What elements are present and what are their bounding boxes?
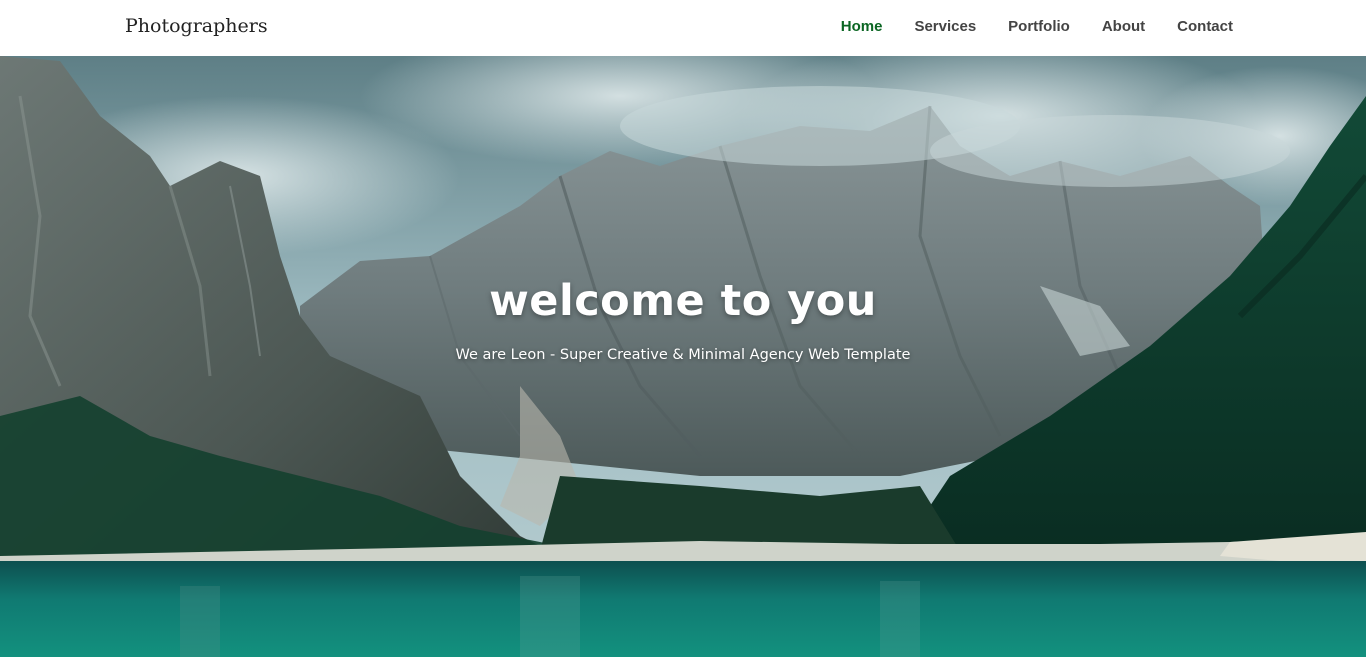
nav-item-portfolio[interactable]: Portfolio: [1008, 18, 1070, 35]
brand-logo[interactable]: Photographers: [125, 15, 268, 37]
hero-content: welcome to you We are Leon - Super Creat…: [0, 56, 1366, 657]
hero-subtitle: We are Leon - Super Creative & Minimal A…: [455, 347, 911, 363]
hero-title: welcome to you: [489, 276, 877, 326]
nav-item-services[interactable]: Services: [914, 18, 976, 35]
nav-item-about[interactable]: About: [1102, 18, 1145, 35]
nav-item-contact[interactable]: Contact: [1177, 18, 1233, 35]
main-nav: Home Services Portfolio About Contact: [841, 18, 1233, 35]
hero-section: welcome to you We are Leon - Super Creat…: [0, 56, 1366, 657]
navbar: Photographers Home Services Portfolio Ab…: [0, 0, 1366, 56]
nav-item-home[interactable]: Home: [841, 18, 883, 35]
